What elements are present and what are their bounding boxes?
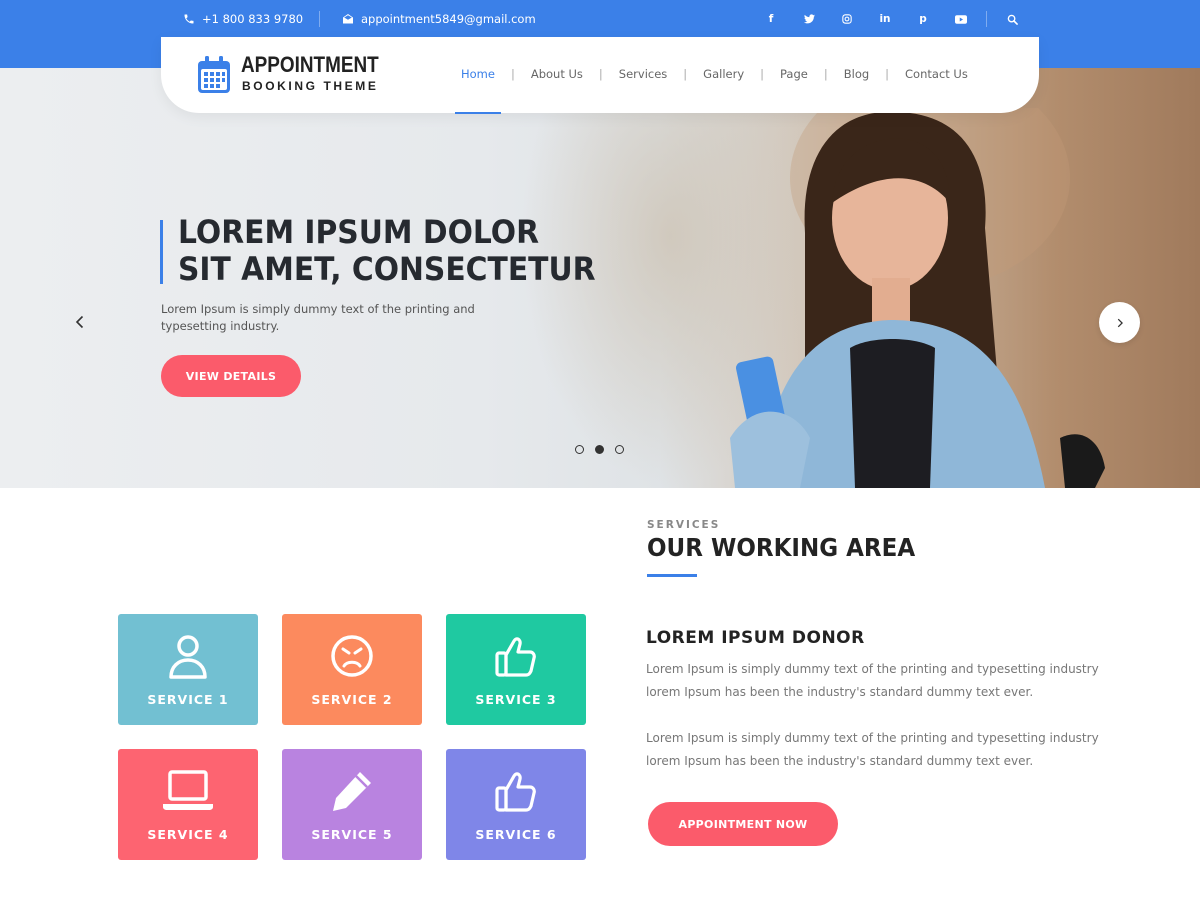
nav-separator: | bbox=[683, 67, 688, 81]
phone-contact[interactable]: +1 800 833 9780 bbox=[183, 11, 303, 27]
nav-separator: | bbox=[598, 67, 603, 81]
service-tile-3[interactable]: SERVICE 3 bbox=[446, 614, 586, 725]
service-label: SERVICE 2 bbox=[311, 692, 393, 707]
hero-title-line2: SIT AMET, CONSECTETUR bbox=[178, 250, 596, 288]
section-heading: OUR WORKING AREA bbox=[647, 533, 916, 562]
main-navigation: Home | About Us | Services | Gallery | P… bbox=[455, 67, 968, 114]
email-contact[interactable]: appointment5849@gmail.com bbox=[342, 11, 536, 27]
nav-item-gallery[interactable]: Gallery bbox=[703, 67, 744, 81]
next-slide-button[interactable] bbox=[1099, 302, 1140, 343]
divider bbox=[319, 11, 320, 27]
youtube-icon[interactable] bbox=[942, 10, 980, 28]
laptop-icon bbox=[163, 770, 213, 810]
chevron-right-icon bbox=[1117, 318, 1123, 327]
slide-dot[interactable] bbox=[615, 445, 624, 454]
nav-separator: | bbox=[823, 67, 828, 81]
service-label: SERVICE 3 bbox=[475, 692, 557, 707]
nav-item-blog[interactable]: Blog bbox=[844, 67, 869, 81]
view-details-button[interactable]: VIEW DETAILS bbox=[161, 355, 301, 397]
service-tile-5[interactable]: SERVICE 5 bbox=[282, 749, 422, 860]
calendar-icon bbox=[198, 56, 230, 93]
service-label: SERVICE 4 bbox=[147, 827, 229, 842]
hero-slider: LOREM IPSUM DOLOR SIT AMET, CONSECTETUR … bbox=[0, 68, 1200, 488]
pinterest-icon[interactable]: p bbox=[904, 10, 942, 28]
thumbs-up-icon bbox=[495, 637, 536, 677]
social-links: f in p bbox=[752, 10, 980, 28]
service-tile-6[interactable]: SERVICE 6 bbox=[446, 749, 586, 860]
hero-title-line1: LOREM IPSUM DOLOR bbox=[178, 213, 539, 251]
email-address: appointment5849@gmail.com bbox=[361, 12, 536, 26]
prev-slide-icon[interactable] bbox=[70, 312, 90, 332]
appointment-now-button[interactable]: APPOINTMENT NOW bbox=[648, 802, 838, 846]
service-tile-1[interactable]: SERVICE 1 bbox=[118, 614, 258, 725]
hero-photo-person bbox=[730, 108, 1105, 488]
phone-number: +1 800 833 9780 bbox=[202, 12, 304, 26]
logo-subtitle: BOOKING THEME bbox=[242, 79, 379, 93]
heading-underline bbox=[647, 574, 697, 577]
service-tile-4[interactable]: SERVICE 4 bbox=[118, 749, 258, 860]
nav-separator: | bbox=[885, 67, 890, 81]
nav-item-home[interactable]: Home bbox=[455, 67, 501, 114]
phone-icon bbox=[184, 14, 194, 24]
section-label: SERVICES bbox=[647, 519, 721, 531]
nav-item-about-us[interactable]: About Us bbox=[531, 67, 583, 81]
hero-description: Lorem Ipsum is simply dummy text of the … bbox=[161, 302, 475, 333]
nav-item-contact-us[interactable]: Contact Us bbox=[905, 67, 968, 81]
pencil-icon bbox=[333, 772, 371, 811]
twitter-icon[interactable] bbox=[790, 10, 828, 28]
service-label: SERVICE 5 bbox=[311, 827, 393, 842]
envelope-icon bbox=[343, 14, 353, 24]
service-label: SERVICE 1 bbox=[147, 692, 229, 707]
slide-dot[interactable] bbox=[575, 445, 584, 454]
linkedin-icon[interactable]: in bbox=[866, 10, 904, 28]
slide-dot-active[interactable] bbox=[595, 445, 604, 454]
facebook-icon[interactable]: f bbox=[752, 10, 790, 28]
hero-title-accent bbox=[160, 220, 163, 284]
site-header: APPOINTMENT BOOKING THEME Home | About U… bbox=[161, 37, 1039, 114]
content-paragraph-1: Lorem Ipsum is simply dummy text of the … bbox=[646, 662, 1099, 699]
slider-dots bbox=[575, 445, 635, 454]
search-icon[interactable] bbox=[1003, 10, 1021, 28]
hero-title: LOREM IPSUM DOLOR SIT AMET, CONSECTETUR bbox=[178, 214, 596, 288]
logo-title[interactable]: APPOINTMENT bbox=[241, 52, 379, 78]
nav-separator: | bbox=[510, 67, 515, 81]
user-icon bbox=[169, 635, 207, 679]
content-paragraph-2: Lorem Ipsum is simply dummy text of the … bbox=[646, 731, 1099, 768]
nav-item-services[interactable]: Services bbox=[619, 67, 668, 81]
instagram-icon[interactable] bbox=[828, 10, 866, 28]
nav-item-page[interactable]: Page bbox=[780, 67, 808, 81]
divider bbox=[986, 11, 987, 27]
thumbs-up-icon bbox=[495, 772, 536, 812]
service-label: SERVICE 6 bbox=[475, 827, 557, 842]
content-subheading: LOREM IPSUM DONOR bbox=[646, 628, 865, 648]
service-tile-2[interactable]: SERVICE 2 bbox=[282, 614, 422, 725]
nav-separator: | bbox=[760, 67, 765, 81]
angry-face-icon bbox=[331, 635, 373, 677]
